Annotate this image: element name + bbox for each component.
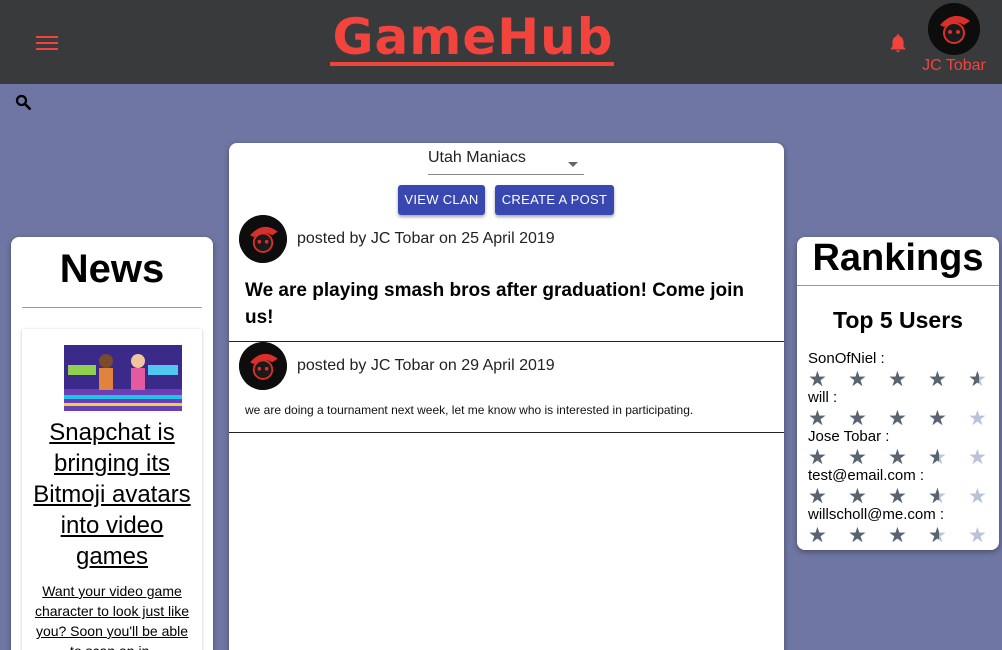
news-thumbnail[interactable] [64,345,182,411]
star-icon: ★★ [848,367,867,391]
star-icon: ★★ [888,445,907,469]
ranking-user-name[interactable]: SonOfNiel : [808,350,998,368]
star-icon: ★★ [808,406,827,430]
avatar[interactable] [239,342,287,390]
post-body: we are doing a tournament next week, let… [245,403,694,417]
star-icon: ★★ [888,367,907,391]
star-icon: ★★ [928,523,947,547]
clan-select-value: Utah Maniacs [428,149,526,166]
ranking-user-name[interactable]: Jose Tobar : [808,428,998,446]
avatar[interactable] [928,3,980,55]
avatar[interactable] [239,215,287,263]
ranking-row: Jose Tobar : ★★ ★★ ★★ ★★ ★★ [808,428,998,469]
clan-select[interactable]: Utah Maniacs [428,149,584,175]
chevron-down-icon [568,162,578,167]
view-clan-button[interactable]: VIEW CLAN [398,185,485,215]
ranking-row: SonOfNiel : ★ ★ ★ ★ ★ ★ ★ ★ ★ ★ [808,350,998,391]
star-icon: ★★ [968,406,987,430]
ranking-row: willscholl@me.com : ★★ ★★ ★★ ★★ ★★ [808,506,998,547]
create-post-button[interactable]: CREATE A POST [495,185,614,215]
menu-icon[interactable] [36,36,58,52]
ranking-row: test@email.com : ★★ ★★ ★★ ★★ ★★ [808,467,998,508]
star-icon: ★★ [888,523,907,547]
star-icon: ★★ [808,484,827,508]
star-icon: ★★ [808,367,827,391]
post: posted by JC Tobar on 29 April 2019 we a… [229,342,784,433]
star-icon: ★★ [888,406,907,430]
star-icon: ★★ [888,484,907,508]
news-title: News [59,247,165,291]
divider [22,307,202,308]
clan-feed: Utah Maniacs VIEW CLAN CREATE A POST pos… [229,143,784,650]
post: posted by JC Tobar on 25 April 2019 We a… [229,215,784,342]
ranking-user-name[interactable]: test@email.com : [808,467,998,485]
star-icon: ★★ [808,523,827,547]
news-summary[interactable]: Want your video game character to look j… [32,581,192,650]
ranking-user-name[interactable]: will : [808,389,998,407]
post-meta: posted by JC Tobar on 29 April 2019 [297,357,555,374]
search-icon[interactable] [14,93,32,111]
star-icon: ★★ [928,406,947,430]
star-icon: ★★ [968,445,987,469]
ranking-user-name[interactable]: willscholl@me.com : [808,506,998,524]
bell-icon[interactable] [887,32,909,54]
user-name[interactable]: JC Tobar [908,57,1000,75]
app-header: GameHub JC Tobar [0,0,1002,84]
rankings-panel: Rankings Top 5 Users SonOfNiel : ★ ★ ★ ★ ★ ★ ★… [797,237,999,550]
ranking-row: will : ★★ ★★ ★★ ★★ ★★ [808,389,998,430]
star-icon: ★★ [848,523,867,547]
star-icon: ★★ [928,445,947,469]
post-meta: posted by JC Tobar on 25 April 2019 [297,230,555,247]
star-icon: ★★ [928,367,947,391]
star-icon: ★★ [848,445,867,469]
news-panel: News Snapchat is bringing its Bitmoji av… [11,237,213,650]
star-icon: ★★ [968,367,987,391]
news-item[interactable]: Snapchat is bringing its Bitmoji avatars… [22,329,202,650]
divider [797,285,999,286]
star-icon: ★★ [968,523,987,547]
rankings-title: Rankings [812,237,984,279]
star-icon: ★★ [808,445,827,469]
news-headline[interactable]: Snapchat is bringing its Bitmoji avatars… [22,417,202,572]
logo-underline [330,62,614,66]
post-body: We are playing smash bros after graduati… [245,280,745,328]
rankings-subtitle: Top 5 Users [833,307,963,333]
star-icon: ★★ [848,484,867,508]
app-logo[interactable]: GameHub [318,8,628,66]
star-icon: ★★ [848,406,867,430]
rankings-list: SonOfNiel : ★★ ★★ ★★ ★★ ★★ will : ★★ ★★ ★★ ★★ ★★… [808,350,998,547]
star-icon: ★★ [928,484,947,508]
star-icon: ★★ [968,484,987,508]
